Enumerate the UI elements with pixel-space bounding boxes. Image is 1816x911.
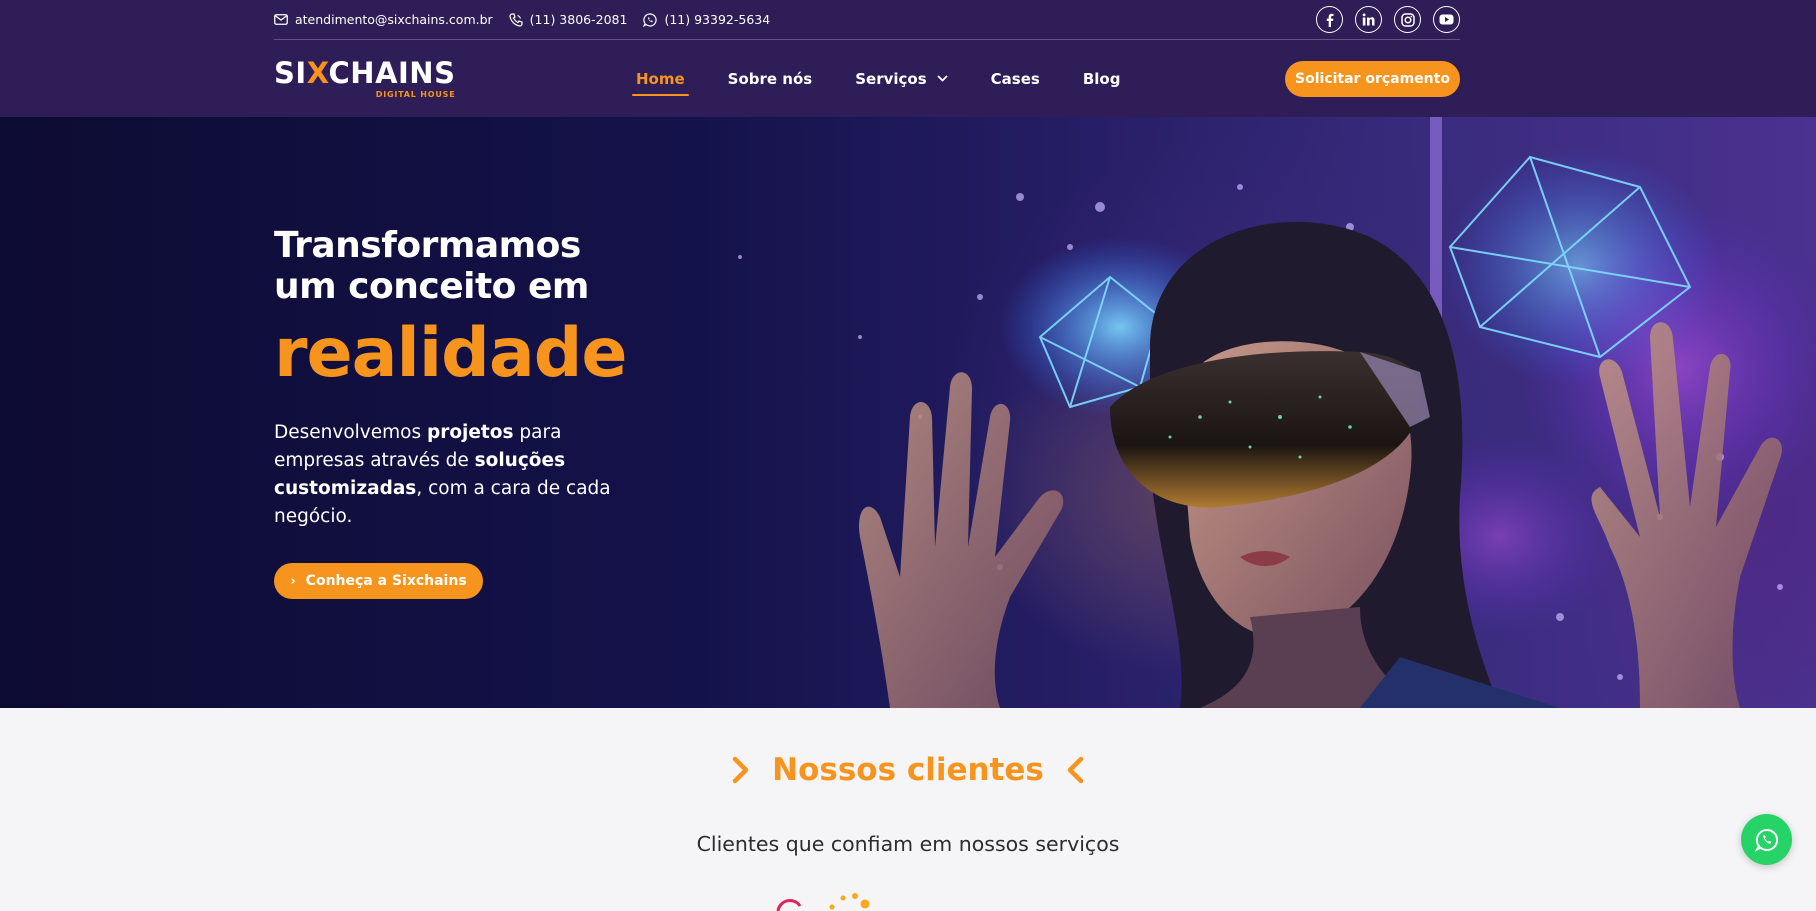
- meet-sixchains-button[interactable]: › Conheça a Sixchains: [274, 563, 483, 599]
- nav-servicos[interactable]: Serviços: [855, 69, 948, 88]
- whatsapp-chat-button[interactable]: [1741, 814, 1792, 865]
- contact-whatsapp-text: (11) 93392-5634: [664, 12, 771, 27]
- hero-headline-accent: realidade: [274, 314, 628, 393]
- clients-title-text: Nossos clientes: [772, 752, 1044, 788]
- chevron-right-icon: [732, 756, 750, 784]
- client-logo: [776, 893, 870, 911]
- facebook-icon[interactable]: [1316, 6, 1343, 33]
- nav-cases[interactable]: Cases: [991, 70, 1040, 88]
- instagram-icon[interactable]: [1394, 6, 1421, 33]
- nav-blog[interactable]: Blog: [1083, 70, 1121, 88]
- logo-tagline: DIGITAL HOUSE: [375, 89, 456, 99]
- meet-sixchains-label: Conheça a Sixchains: [305, 573, 467, 589]
- nav-sobre-nos[interactable]: Sobre nós: [728, 70, 813, 88]
- mail-icon: [274, 14, 288, 25]
- contact-whatsapp[interactable]: (11) 93392-5634: [643, 12, 770, 27]
- nav-servicos-label: Serviços: [855, 69, 927, 88]
- navbar: SIXCHAINS DIGITAL HOUSE Home Sobre nós S…: [274, 40, 1460, 117]
- hero-headline-line1: Transformamos: [274, 225, 581, 266]
- hero-section: Transformamos um conceito em realidade D…: [0, 117, 1816, 708]
- site-header: atendimento@sixchains.com.br (11) 3806-2…: [0, 0, 1816, 117]
- hero-description: Desenvolvemos projetos para empresas atr…: [274, 422, 611, 527]
- topbar: atendimento@sixchains.com.br (11) 3806-2…: [274, 0, 1460, 40]
- sixchains-logo[interactable]: SIXCHAINS DIGITAL HOUSE: [274, 58, 456, 99]
- chevron-down-icon: [937, 75, 948, 82]
- request-quote-button[interactable]: Solicitar orçamento: [1285, 61, 1460, 97]
- contact-phone[interactable]: (11) 3806-2081: [509, 12, 628, 27]
- contact-email-text: atendimento@sixchains.com.br: [295, 12, 493, 27]
- whatsapp-icon: [643, 12, 658, 27]
- social-links: [1316, 6, 1460, 33]
- youtube-icon[interactable]: [1433, 6, 1460, 33]
- nav-home[interactable]: Home: [632, 70, 689, 96]
- phone-icon: [509, 12, 523, 27]
- hero-text: Transformamos um conceito em realidade D…: [274, 225, 694, 599]
- linkedin-icon[interactable]: [1355, 6, 1382, 33]
- contact-email[interactable]: atendimento@sixchains.com.br: [274, 12, 493, 27]
- chevron-right-icon: ›: [290, 573, 296, 589]
- main-nav: Home Sobre nós Serviços Cases Blog: [632, 40, 1163, 117]
- clients-section-title: Nossos clientes: [0, 752, 1816, 788]
- whatsapp-icon: [1754, 828, 1778, 852]
- chevron-left-icon: [1066, 756, 1084, 784]
- clients-subtitle: Clientes que confiam em nossos serviços: [696, 832, 1120, 856]
- contact-phone-text: (11) 3806-2081: [529, 12, 628, 27]
- hero-headline-line2: um conceito em: [274, 266, 589, 307]
- hero-vr-illustration: [738, 117, 1816, 708]
